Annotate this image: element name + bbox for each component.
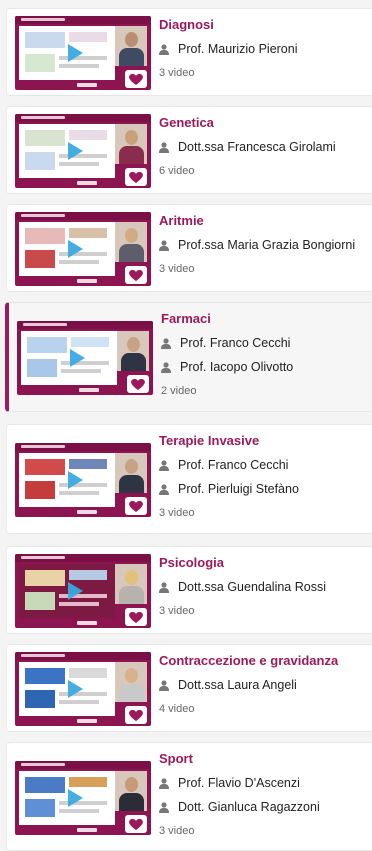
- course-title[interactable]: Aritmie: [159, 213, 366, 229]
- course-card[interactable]: Aritmie Prof.ssa Maria Grazia Bongiorni …: [6, 204, 372, 292]
- speaker-photo: [115, 662, 147, 702]
- author: Prof. Maurizio Pieroni: [159, 41, 366, 57]
- author: Dott.ssa Laura Angeli: [159, 677, 366, 693]
- person-icon: [159, 141, 169, 153]
- person-icon: [159, 483, 169, 495]
- video-thumbnail[interactable]: [15, 761, 151, 835]
- author: Dott.ssa Guendalina Rossi: [159, 579, 366, 595]
- author-name: Prof. Franco Cecchi: [180, 336, 291, 350]
- video-count: 6 video: [159, 165, 195, 177]
- video-thumbnail[interactable]: [15, 16, 151, 90]
- speaker-photo: [115, 453, 147, 493]
- author-name: Dott.ssa Laura Angeli: [178, 678, 297, 692]
- play-icon[interactable]: [63, 469, 85, 491]
- play-icon[interactable]: [63, 580, 85, 602]
- course-title[interactable]: Diagnosi: [159, 17, 366, 33]
- author: Prof. Franco Cecchi: [161, 335, 365, 351]
- author: Prof.ssa Maria Grazia Bongiorni: [159, 237, 366, 253]
- heart-logo-icon: [125, 608, 147, 626]
- course-card[interactable]: Diagnosi Prof. Maurizio Pieroni 3 video: [6, 8, 372, 96]
- author-name: Prof. Franco Cecchi: [178, 458, 289, 472]
- video-count: 3 video: [159, 67, 195, 79]
- person-icon: [159, 459, 169, 471]
- video-thumbnail[interactable]: [15, 443, 151, 517]
- course-title[interactable]: Sport: [159, 751, 366, 767]
- play-icon[interactable]: [63, 678, 85, 700]
- heart-logo-icon: [125, 497, 147, 515]
- person-icon: [159, 239, 169, 251]
- course-list: Diagnosi Prof. Maurizio Pieroni 3 video …: [0, 0, 372, 851]
- author-name: Prof. Flavio D'Ascenzi: [178, 776, 300, 790]
- course-card[interactable]: Genetica Dott.ssa Francesca Girolami 6 v…: [6, 106, 372, 194]
- video-count: 3 video: [159, 605, 195, 617]
- speaker-photo: [115, 564, 147, 604]
- heart-logo-icon: [127, 375, 149, 393]
- video-count: 4 video: [159, 703, 195, 715]
- video-thumbnail[interactable]: [15, 114, 151, 188]
- course-card-selected[interactable]: Farmaci Prof. Franco Cecchi Prof. Iacopo…: [5, 302, 371, 412]
- heart-logo-icon: [125, 70, 147, 88]
- heart-logo-icon: [125, 168, 147, 186]
- person-icon: [159, 679, 169, 691]
- author: Dott. Gianluca Ragazzoni: [159, 799, 366, 815]
- video-thumbnail[interactable]: [15, 212, 151, 286]
- video-count: 3 video: [159, 507, 195, 519]
- author: Dott.ssa Francesca Girolami: [159, 139, 366, 155]
- person-icon: [159, 43, 169, 55]
- course-title[interactable]: Terapie Invasive: [159, 433, 366, 449]
- author-name: Prof.ssa Maria Grazia Bongiorni: [178, 238, 356, 252]
- speaker-photo: [115, 124, 147, 164]
- course-card[interactable]: Terapie Invasive Prof. Franco Cecchi Pro…: [6, 424, 372, 534]
- author-name: Dott.ssa Guendalina Rossi: [178, 580, 326, 594]
- play-icon[interactable]: [63, 787, 85, 809]
- course-card[interactable]: Contraccezione e gravidanza Dott.ssa Lau…: [6, 644, 372, 732]
- person-icon: [161, 361, 171, 373]
- video-thumbnail[interactable]: [17, 321, 153, 395]
- person-icon: [159, 581, 169, 593]
- speaker-photo: [115, 771, 147, 811]
- author-name: Dott. Gianluca Ragazzoni: [178, 800, 320, 814]
- author: Prof. Flavio D'Ascenzi: [159, 775, 366, 791]
- author: Prof. Pierluigi Stefàno: [159, 481, 366, 497]
- author-name: Prof. Maurizio Pieroni: [178, 42, 298, 56]
- course-title[interactable]: Psicologia: [159, 555, 366, 571]
- play-icon[interactable]: [63, 140, 85, 162]
- person-icon: [159, 777, 169, 789]
- speaker-photo: [115, 222, 147, 262]
- course-card[interactable]: Psicologia Dott.ssa Guendalina Rossi 3 v…: [6, 546, 372, 634]
- author-name: Dott.ssa Francesca Girolami: [178, 140, 336, 154]
- speaker-photo: [115, 26, 147, 66]
- play-icon[interactable]: [63, 238, 85, 260]
- video-count: 2 video: [161, 385, 197, 397]
- course-card[interactable]: Sport Prof. Flavio D'Ascenzi Dott. Gianl…: [6, 742, 372, 851]
- person-icon: [161, 337, 171, 349]
- author-name: Prof. Iacopo Olivotto: [180, 360, 294, 374]
- author: Prof. Iacopo Olivotto: [161, 359, 365, 375]
- video-thumbnail[interactable]: [15, 554, 151, 628]
- course-title[interactable]: Farmaci: [161, 311, 365, 327]
- heart-logo-icon: [125, 706, 147, 724]
- heart-logo-icon: [125, 815, 147, 833]
- author-name: Prof. Pierluigi Stefàno: [178, 482, 299, 496]
- play-icon[interactable]: [65, 347, 87, 369]
- speaker-photo: [117, 331, 149, 371]
- play-icon[interactable]: [63, 42, 85, 64]
- course-title[interactable]: Contraccezione e gravidanza: [159, 653, 366, 669]
- course-title[interactable]: Genetica: [159, 115, 366, 131]
- author: Prof. Franco Cecchi: [159, 457, 366, 473]
- heart-logo-icon: [125, 266, 147, 284]
- video-thumbnail[interactable]: [15, 652, 151, 726]
- brand-logo: [77, 83, 97, 87]
- person-icon: [159, 801, 169, 813]
- video-count: 3 video: [159, 825, 195, 837]
- video-count: 3 video: [159, 263, 195, 275]
